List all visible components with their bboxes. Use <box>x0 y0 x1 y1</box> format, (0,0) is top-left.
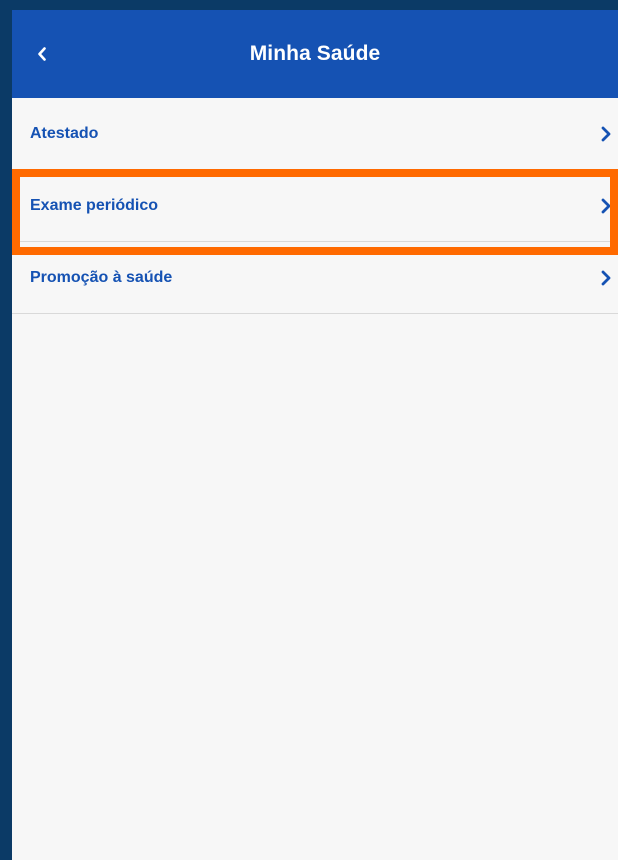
app-header: Minha Saúde <box>12 10 618 98</box>
chevron-left-icon <box>38 47 46 61</box>
menu-item-exame-periodico[interactable]: Exame periódico <box>12 170 618 242</box>
chevron-right-icon <box>601 198 611 213</box>
menu-item-atestado[interactable]: Atestado <box>12 98 618 170</box>
app-screen: Minha Saúde Atestado Exame periódico Pro… <box>12 10 618 860</box>
back-button[interactable] <box>29 41 55 67</box>
menu-list: Atestado Exame periódico Promoção à saúd… <box>12 98 618 314</box>
chevron-right-icon <box>601 270 611 285</box>
menu-item-label: Atestado <box>30 124 99 142</box>
menu-item-label: Exame periódico <box>30 196 159 214</box>
menu-item-promocao-a-saude[interactable]: Promoção à saúde <box>12 242 618 314</box>
menu-item-label: Promoção à saúde <box>30 268 173 286</box>
chevron-right-icon <box>601 126 611 141</box>
page-title: Minha Saúde <box>249 42 381 65</box>
